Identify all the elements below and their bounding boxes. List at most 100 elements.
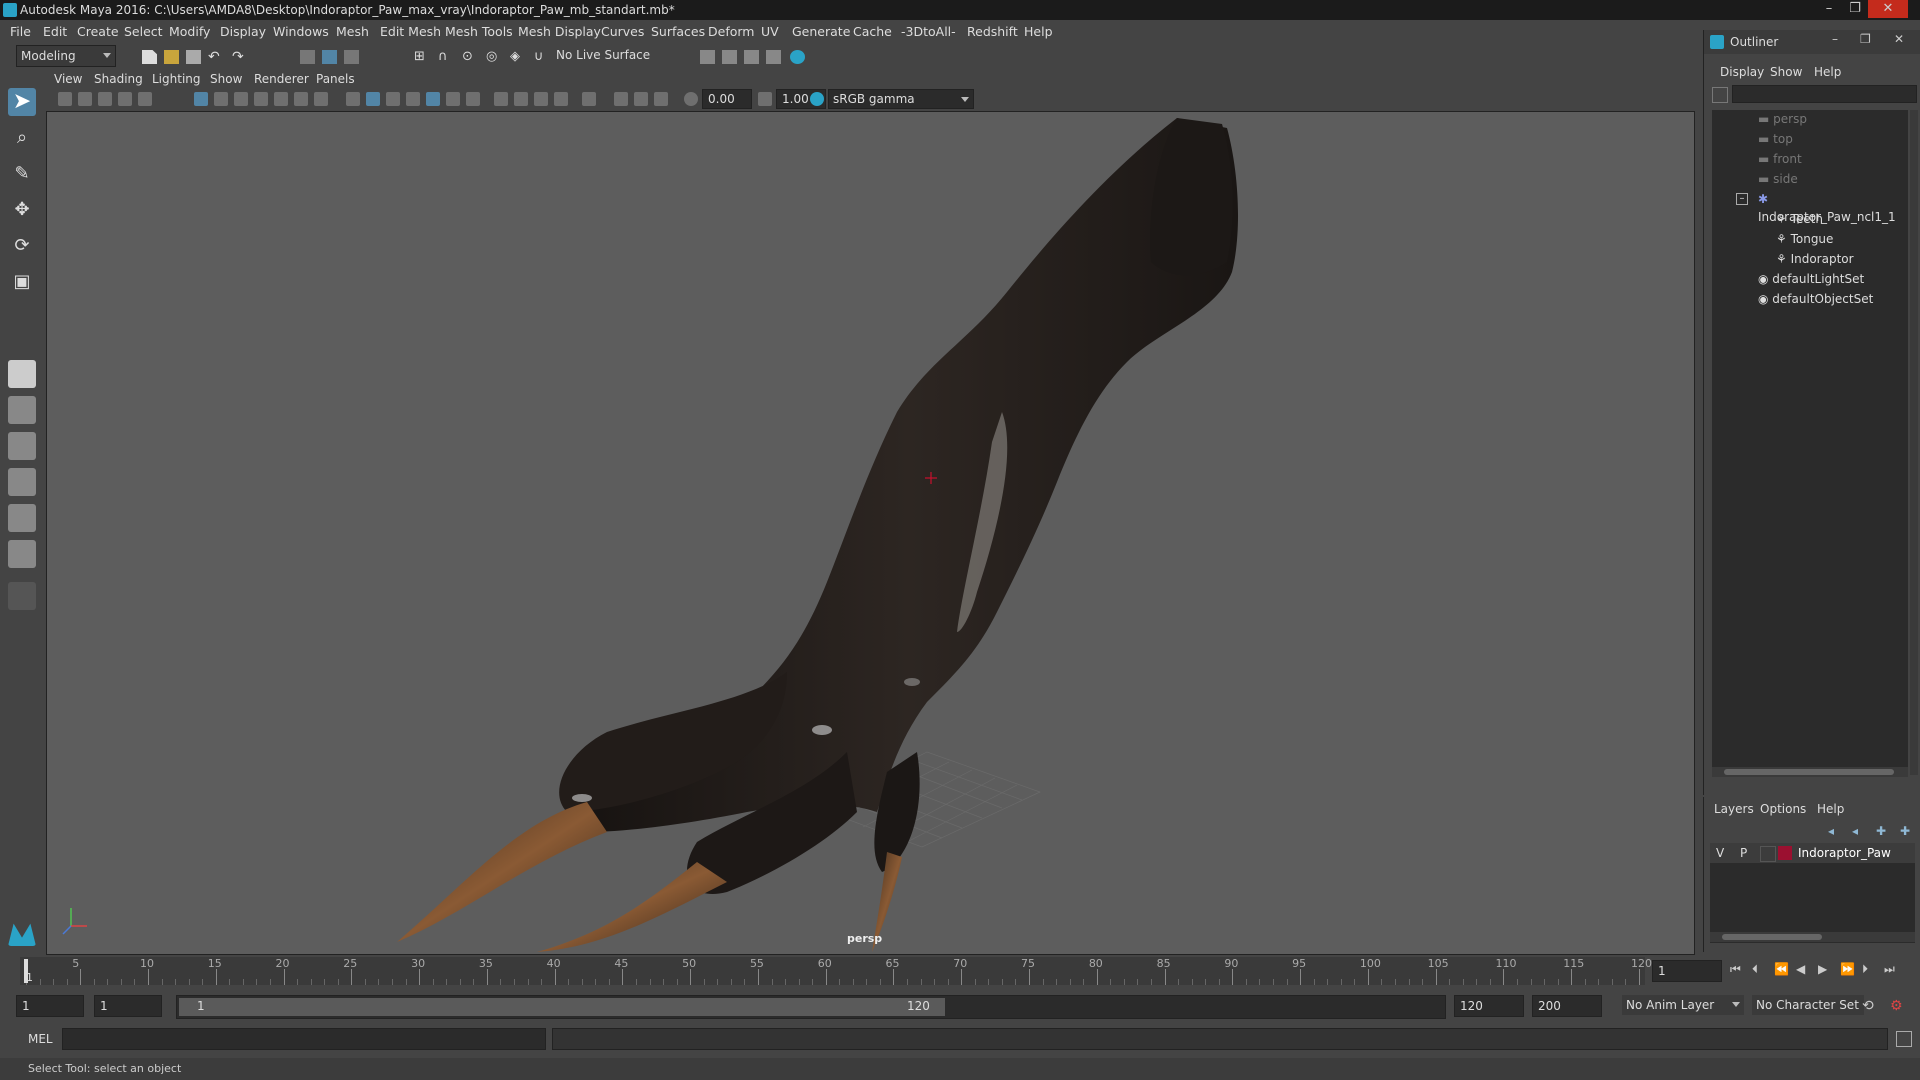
time-slider-track[interactable]: 5 10 15 20 25 30 35 40 45 50 55 60 65 70 75 80 85 90 95 100… bbox=[20, 957, 1652, 985]
gate-mask-icon[interactable] bbox=[254, 92, 268, 106]
menu-surfaces[interactable]: Surfaces bbox=[651, 24, 705, 39]
grid-icon[interactable] bbox=[194, 92, 208, 106]
panel-menu-renderer[interactable]: Renderer bbox=[254, 72, 309, 86]
menu-redshift[interactable]: Redshift bbox=[967, 24, 1018, 39]
save-scene-icon[interactable] bbox=[186, 50, 201, 64]
layers-menu-options[interactable]: Options bbox=[1760, 802, 1806, 816]
character-set-dropdown[interactable]: No Character Set bbox=[1752, 995, 1864, 1015]
panel-menu-panels[interactable]: Panels bbox=[316, 72, 355, 86]
menu-3dtoall[interactable]: -3DtoAll- bbox=[901, 24, 956, 39]
outliner-item-indoraptor-paw[interactable]: ✱ Indoraptor_Paw_ncl1_1 bbox=[1758, 190, 1908, 224]
lasso-tool-icon[interactable]: ⌕ bbox=[8, 124, 36, 152]
time-slider[interactable]: 5 10 15 20 25 30 35 40 45 50 55 60 65 70 75 80 85 90 95 100… bbox=[0, 955, 1920, 987]
depth-of-field-icon[interactable] bbox=[554, 92, 568, 106]
outliner-item-side[interactable]: ▬ side bbox=[1758, 170, 1798, 188]
move-layer-down-icon[interactable]: ◂ bbox=[1852, 824, 1858, 838]
snap-point-icon[interactable]: ⊙ bbox=[462, 50, 477, 64]
start-time-field[interactable]: 1 bbox=[16, 995, 84, 1017]
outliner-menu-show[interactable]: Show bbox=[1770, 65, 1802, 79]
motion-blur-icon[interactable] bbox=[514, 92, 528, 106]
layout-uv-icon[interactable] bbox=[8, 540, 36, 568]
minimize-icon[interactable]: – bbox=[1816, 0, 1842, 18]
safe-title-icon[interactable] bbox=[314, 92, 328, 106]
xray-icon[interactable] bbox=[614, 92, 628, 106]
layout-more-icon[interactable] bbox=[8, 582, 36, 610]
outliner-item-default-light-set[interactable]: ◉ defaultLightSet bbox=[1758, 270, 1864, 288]
anim-prefs-icon[interactable]: ⚙ bbox=[1890, 999, 1903, 1013]
step-forward-frame-icon[interactable]: ⏵ bbox=[1862, 962, 1876, 976]
ipr-render-icon[interactable] bbox=[744, 50, 759, 64]
panel-menu-shading[interactable]: Shading bbox=[94, 72, 143, 86]
exposure-field[interactable]: 0.00 bbox=[702, 89, 752, 109]
color-management-icon[interactable] bbox=[810, 92, 824, 106]
outliner-item-indoraptor[interactable]: ⚘ Indoraptor bbox=[1776, 250, 1854, 268]
menu-mesh-tools[interactable]: Mesh Tools bbox=[445, 24, 513, 39]
render-frame-icon[interactable] bbox=[722, 50, 737, 64]
outliner-item-top[interactable]: ▬ top bbox=[1758, 130, 1793, 148]
new-layer-selected-icon[interactable]: ✚ bbox=[1900, 824, 1910, 838]
current-frame-field[interactable]: 1 bbox=[1652, 960, 1722, 982]
snap-surface-icon[interactable]: ◈ bbox=[510, 50, 525, 64]
step-back-frame-icon[interactable]: ⏴ bbox=[1752, 962, 1766, 976]
snap-curve-icon[interactable]: ∩ bbox=[438, 50, 453, 64]
xray-joints-icon[interactable] bbox=[634, 92, 648, 106]
outliner-item-front[interactable]: ▬ front bbox=[1758, 150, 1802, 168]
maximize-icon[interactable]: ❐ bbox=[1842, 0, 1868, 18]
image-plane-icon[interactable] bbox=[118, 92, 132, 106]
layout-persp-graph-icon[interactable] bbox=[8, 468, 36, 496]
script-language-label[interactable]: MEL bbox=[28, 1032, 53, 1046]
panel-menu-view[interactable]: View bbox=[54, 72, 82, 86]
wireframe-icon[interactable] bbox=[346, 92, 360, 106]
menu-curves[interactable]: Curves bbox=[601, 24, 644, 39]
move-tool-icon[interactable]: ✥ bbox=[8, 196, 36, 224]
panel-menu-show[interactable]: Show bbox=[210, 72, 242, 86]
menu-deform[interactable]: Deform bbox=[708, 24, 754, 39]
layer-visibility-toggle[interactable]: V bbox=[1716, 846, 1724, 860]
default-light-icon[interactable] bbox=[386, 92, 400, 106]
menu-modify[interactable]: Modify bbox=[169, 24, 210, 39]
menu-file[interactable]: File bbox=[10, 24, 31, 39]
layer-row[interactable]: V P Indoraptor_Paw bbox=[1710, 843, 1915, 863]
minimize-icon[interactable]: – bbox=[1832, 32, 1838, 46]
redshift-render-icon[interactable] bbox=[790, 50, 805, 64]
menu-edit[interactable]: Edit bbox=[43, 24, 67, 39]
outliner-menu-help[interactable]: Help bbox=[1814, 65, 1841, 79]
camera-attributes-icon[interactable] bbox=[78, 92, 92, 106]
isolate-select-icon[interactable] bbox=[582, 92, 596, 106]
outliner-hscrollbar[interactable] bbox=[1712, 767, 1908, 777]
panel-menu-lighting[interactable]: Lighting bbox=[152, 72, 201, 86]
textured-icon[interactable] bbox=[426, 92, 440, 106]
maximize-icon[interactable]: ❐ bbox=[1860, 32, 1871, 46]
xray-components-icon[interactable] bbox=[654, 92, 668, 106]
go-to-start-icon[interactable]: ⏮ bbox=[1730, 962, 1744, 976]
select-hierarchy-icon[interactable] bbox=[300, 50, 315, 64]
smooth-shade-icon[interactable] bbox=[366, 92, 380, 106]
select-tool-icon[interactable]: ➤ bbox=[8, 88, 36, 116]
open-scene-icon[interactable] bbox=[164, 50, 179, 64]
play-forwards-icon[interactable]: ▶ bbox=[1818, 962, 1832, 976]
redo-icon[interactable]: ↷ bbox=[232, 50, 247, 64]
layer-name[interactable]: Indoraptor_Paw bbox=[1798, 846, 1891, 860]
outliner-item-tongue[interactable]: ⚘ Tongue bbox=[1776, 230, 1833, 248]
shadows-icon[interactable] bbox=[466, 92, 480, 106]
outliner-search-input[interactable] bbox=[1732, 85, 1917, 103]
menu-generate[interactable]: Generate bbox=[792, 24, 850, 39]
live-surface-label[interactable]: No Live Surface bbox=[556, 48, 650, 62]
filter-icon[interactable] bbox=[1712, 87, 1728, 103]
render-view-icon[interactable] bbox=[766, 50, 781, 64]
render-settings-icon[interactable] bbox=[700, 50, 715, 64]
move-layer-up-icon[interactable]: ◂ bbox=[1828, 824, 1834, 838]
menu-windows[interactable]: Windows bbox=[273, 24, 329, 39]
paint-select-icon[interactable]: ✎ bbox=[8, 160, 36, 188]
snap-grid-icon[interactable]: ⊞ bbox=[414, 50, 429, 64]
menu-uv[interactable]: UV bbox=[761, 24, 779, 39]
mode-selector[interactable]: Modeling bbox=[16, 45, 116, 67]
menu-edit-mesh[interactable]: Edit Mesh bbox=[380, 24, 441, 39]
range-slider-handle[interactable]: 1 120 bbox=[179, 998, 945, 1016]
layout-outliner-icon[interactable] bbox=[8, 504, 36, 532]
colorspace-dropdown[interactable]: sRGB gamma bbox=[828, 89, 974, 109]
layout-single-icon[interactable] bbox=[8, 360, 36, 388]
close-icon[interactable]: ✕ bbox=[1894, 32, 1904, 46]
menu-mesh[interactable]: Mesh bbox=[336, 24, 369, 39]
viewport-persp[interactable]: persp bbox=[46, 111, 1695, 955]
